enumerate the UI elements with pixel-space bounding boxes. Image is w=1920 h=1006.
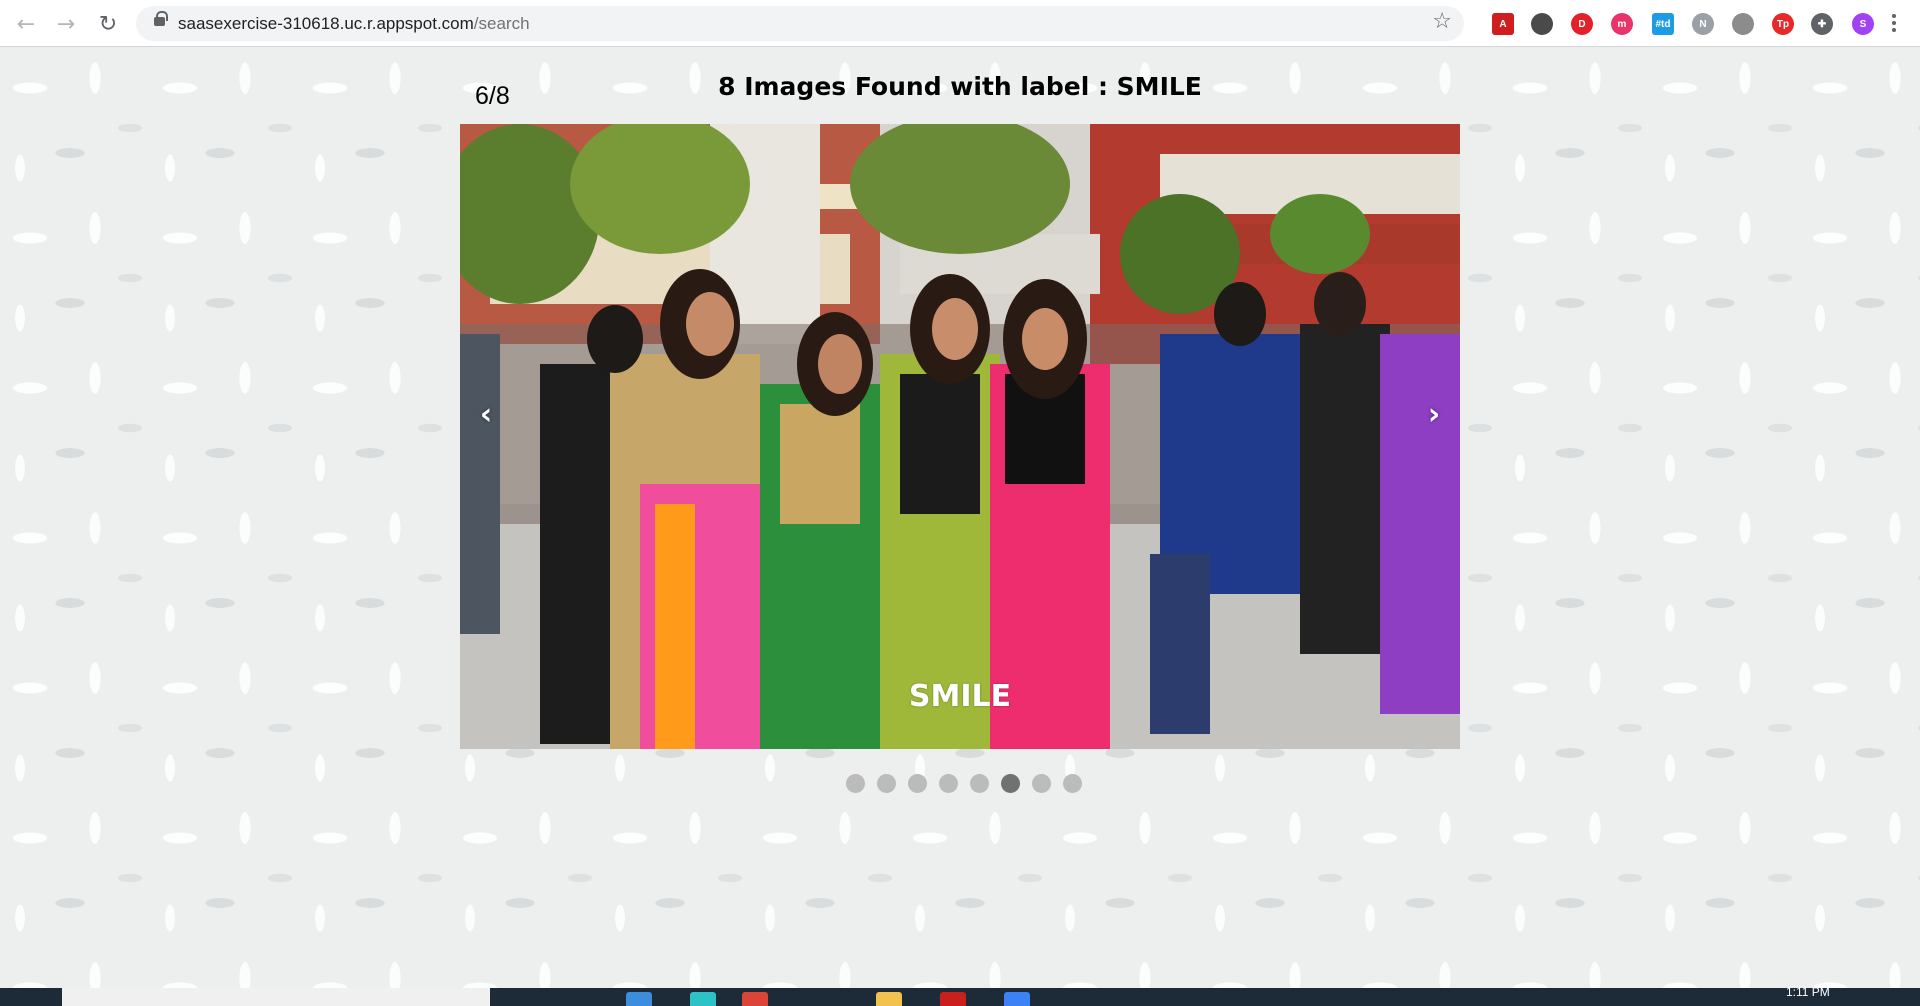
- puzzle-icon[interactable]: ✚: [1811, 13, 1833, 35]
- d-extension-icon[interactable]: D: [1571, 13, 1593, 35]
- windows-taskbar: 1:11 PM: [0, 985, 1920, 1006]
- acrobat-icon[interactable]: A: [1492, 13, 1514, 35]
- slideshow-image: ‹ › SMILE: [460, 124, 1460, 749]
- url-text[interactable]: saasexercise-310618.uc.r.appspot.com/sea…: [178, 14, 530, 34]
- m-extension-icon[interactable]: m: [1611, 13, 1633, 35]
- slide-dot-5[interactable]: [970, 774, 989, 793]
- taskbar-app-icon[interactable]: [1004, 992, 1030, 1006]
- taskbar-app-icon[interactable]: [690, 992, 716, 1006]
- page-title: 8 Images Found with label : SMILE: [718, 72, 1202, 101]
- circle-extension-icon[interactable]: [1531, 13, 1553, 35]
- bookmark-star-icon[interactable]: ☆: [1432, 9, 1452, 34]
- taskbar-search-box[interactable]: [62, 988, 490, 1006]
- lock-icon: [154, 11, 168, 26]
- taskbar-app-icon[interactable]: [626, 992, 652, 1006]
- tp-extension-icon[interactable]: Tp: [1772, 13, 1794, 35]
- slide-indicators: [0, 774, 1920, 793]
- profile-avatar[interactable]: S: [1852, 13, 1874, 35]
- slide-dot-8[interactable]: [1063, 774, 1082, 793]
- start-button[interactable]: [0, 988, 60, 1006]
- page-background: 6/8 8 Images Found with label : SMILE ‹ …: [0, 48, 1920, 988]
- slide-dot-3[interactable]: [908, 774, 927, 793]
- next-slide-button[interactable]: ›: [1414, 394, 1454, 434]
- nj-extension-icon[interactable]: N: [1692, 13, 1714, 35]
- slide-dot-2[interactable]: [877, 774, 896, 793]
- url-host: saasexercise-310618.uc.r.appspot.com: [178, 14, 474, 33]
- browser-menu-icon[interactable]: [1886, 10, 1902, 36]
- face-extension-icon[interactable]: [1732, 13, 1754, 35]
- slide-dot-1[interactable]: [846, 774, 865, 793]
- taskbar-folder-icon[interactable]: [876, 992, 902, 1006]
- browser-toolbar: ← → ↻ saasexercise-310618.uc.r.appspot.c…: [0, 0, 1920, 47]
- taskbar-chrome-icon[interactable]: [742, 992, 768, 1006]
- group-photo: [460, 124, 1460, 749]
- forward-arrow-icon[interactable]: →: [52, 10, 80, 38]
- address-bar[interactable]: saasexercise-310618.uc.r.appspot.com/sea…: [136, 6, 1464, 41]
- slide-dot-6[interactable]: [1001, 774, 1020, 793]
- reload-icon[interactable]: ↻: [94, 10, 122, 38]
- slide-dot-4[interactable]: [939, 774, 958, 793]
- slide-caption: SMILE: [908, 679, 1012, 714]
- previous-slide-button[interactable]: ‹: [466, 394, 506, 434]
- td-extension-icon[interactable]: #td: [1652, 13, 1674, 35]
- taskbar-clock: 1:11 PM: [1786, 985, 1830, 999]
- slide-dot-7[interactable]: [1032, 774, 1051, 793]
- url-path: /search: [473, 14, 530, 33]
- back-arrow-icon[interactable]: ←: [12, 10, 40, 38]
- taskbar-app-icon[interactable]: [940, 992, 966, 1006]
